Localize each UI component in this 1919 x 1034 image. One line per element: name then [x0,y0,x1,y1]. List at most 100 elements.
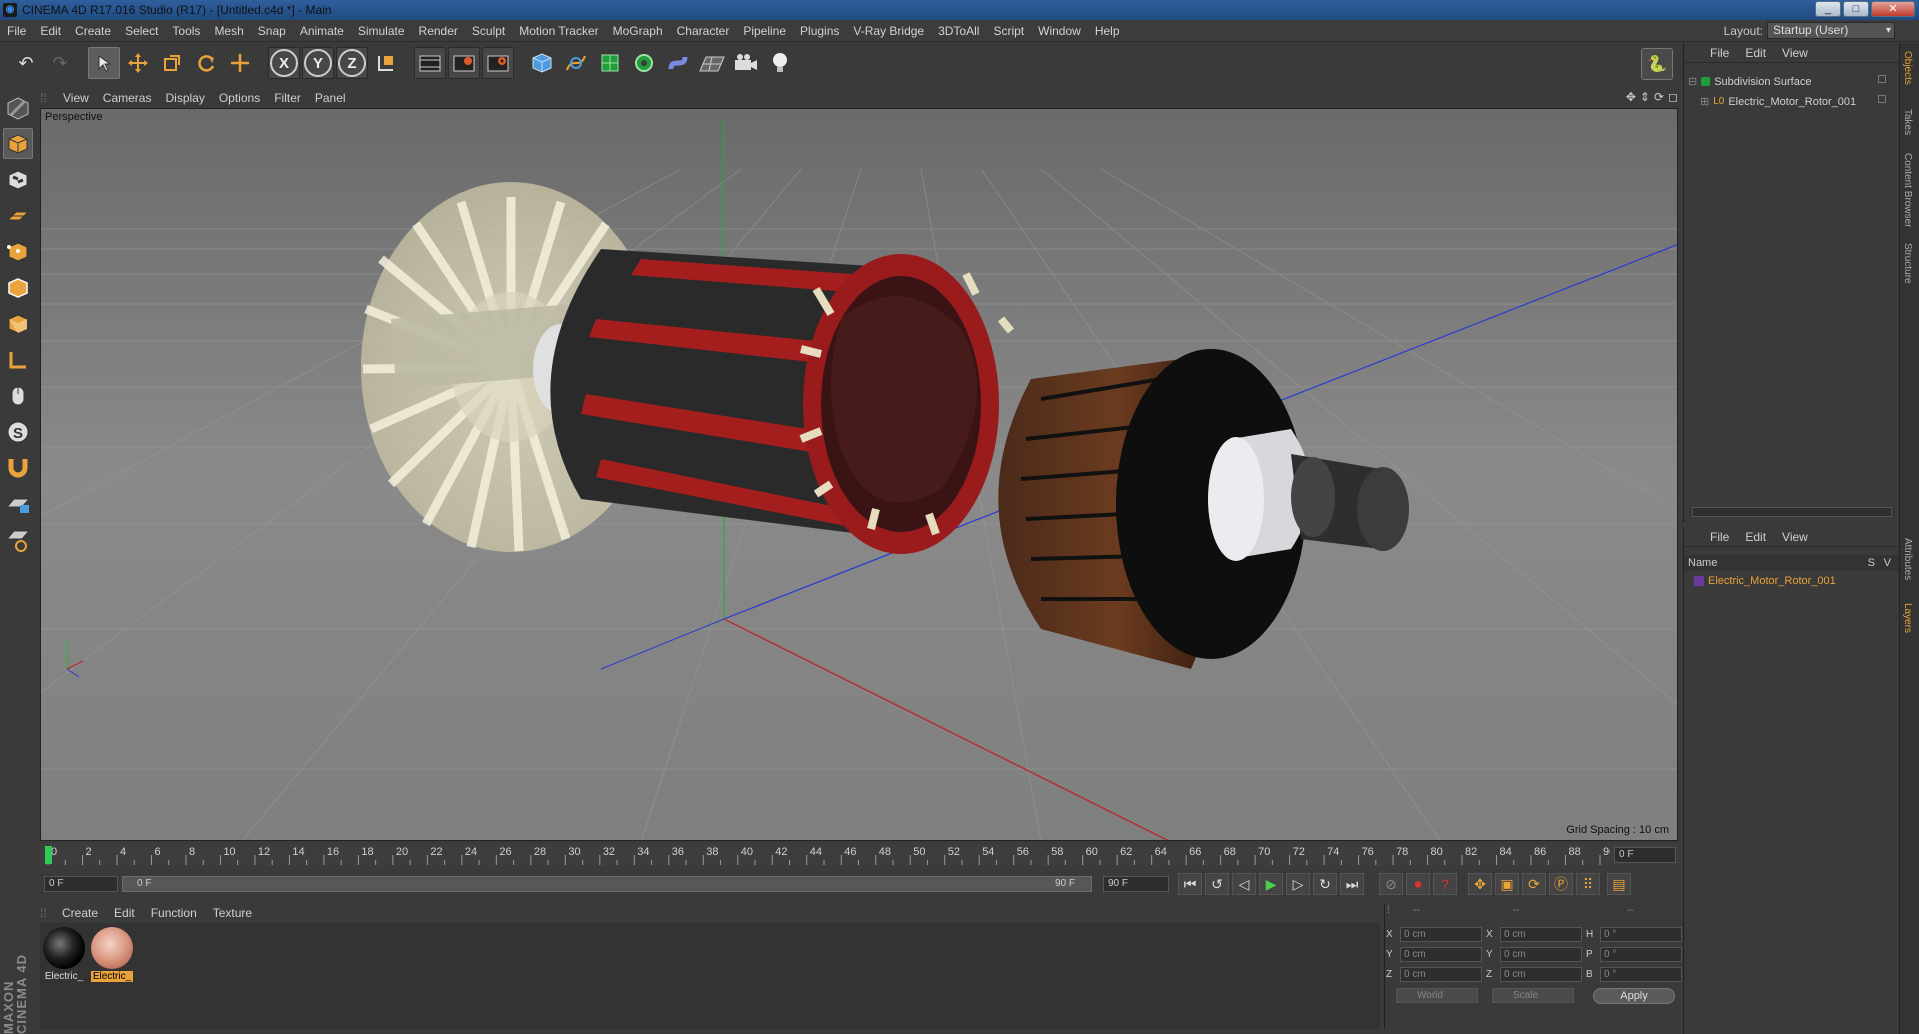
redo-button[interactable]: ↷ [44,47,76,79]
timeline-window-icon[interactable]: ▤ [1607,873,1631,895]
transform-icon[interactable] [224,47,256,79]
lock-workplane-icon[interactable] [3,488,33,519]
collapse-icon[interactable]: ⊟ [1688,75,1697,88]
maximize-button[interactable]: □ [1843,1,1869,17]
minimize-button[interactable]: _ [1815,1,1841,17]
menu-select[interactable]: Select [118,24,165,38]
key-scale-icon[interactable]: ▣ [1495,873,1519,895]
pen-spline-icon[interactable] [560,47,592,79]
menu-window[interactable]: Window [1031,24,1088,38]
timeline-ruler[interactable]: 0 2 4 6 8 10 12 14 16 18 20 22 24 26 28 30 32 34 36 38 40 42 4… [40,844,1678,866]
coordinate-system-icon[interactable] [370,47,402,79]
menu-motion-tracker[interactable]: Motion Tracker [512,24,605,38]
menu-help[interactable]: Help [1088,24,1127,38]
visibility-toggle[interactable] [1878,75,1886,83]
maximize-view-icon[interactable]: ◻ [1668,90,1678,104]
close-button[interactable]: ✕ [1871,1,1915,17]
horizontal-scrollbar[interactable] [1692,507,1892,517]
x-axis-lock[interactable]: X [268,47,300,79]
python-icon[interactable]: 🐍 [1641,48,1673,80]
deformer-icon[interactable] [662,47,694,79]
render-settings-icon[interactable] [482,47,514,79]
planar-workplane-icon[interactable] [3,524,33,555]
viewport-menu-panel[interactable]: Panel [308,91,353,105]
render-picture-viewer-icon[interactable] [448,47,480,79]
menu-3dtoall[interactable]: 3DToAll [931,24,986,38]
perspective-viewport[interactable]: Perspective Grid Spacing : 10 cm [40,108,1678,841]
menu-snap[interactable]: Snap [251,24,293,38]
y-axis-lock[interactable]: Y [302,47,334,79]
make-editable-icon[interactable] [3,92,33,123]
cube-icon[interactable] [526,47,558,79]
layer-menu-view[interactable]: View [1774,530,1816,544]
layout-dropdown[interactable]: Startup (User) [1767,22,1895,39]
size-y-field[interactable]: 0 cm [1500,947,1582,962]
orbit-icon[interactable]: ⟳ [1654,90,1664,104]
object-row-subdivision[interactable]: ⊟ Subdivision Surface [1688,75,1811,89]
move-icon[interactable] [122,47,154,79]
go-to-end-icon[interactable]: ⏭ [1340,873,1364,895]
live-selection-icon[interactable] [88,47,120,79]
layer-menu-edit[interactable]: Edit [1737,530,1774,544]
position-y-field[interactable]: 0 cm [1400,947,1482,962]
scale-dropdown[interactable]: Scale [1492,988,1574,1003]
next-frame-icon[interactable]: ▷ [1286,873,1310,895]
range-slider[interactable]: 0 F 90 F [122,876,1092,892]
apply-button[interactable]: Apply [1593,988,1675,1004]
menu-plugins[interactable]: Plugins [793,24,846,38]
z-axis-lock[interactable]: Z [336,47,368,79]
menu-simulate[interactable]: Simulate [351,24,412,38]
layer-menu-file[interactable]: File [1702,530,1737,544]
viewport-menu-display[interactable]: Display [158,91,211,105]
undo-button[interactable]: ↶ [10,47,42,79]
menu-mograph[interactable]: MoGraph [606,24,670,38]
edges-mode-icon[interactable] [3,272,33,303]
menu-edit[interactable]: Edit [33,24,68,38]
object-menu-file[interactable]: File [1702,46,1737,60]
key-position-icon[interactable]: ✥ [1468,873,1492,895]
object-menu-view[interactable]: View [1774,46,1816,60]
record-icon[interactable]: ⏺ [1406,873,1430,895]
size-x-field[interactable]: 0 cm [1500,927,1582,942]
material-item[interactable]: Electric_ [42,927,86,982]
snap-icon[interactable]: S [3,416,33,447]
viewport-menu-view[interactable]: View [56,91,96,105]
world-dropdown[interactable]: World [1396,988,1478,1003]
size-z-field[interactable]: 0 cm [1500,967,1582,982]
position-z-field[interactable]: 0 cm [1400,967,1482,982]
cloner-icon[interactable] [628,47,660,79]
points-mode-icon[interactable] [3,236,33,267]
texture-mode-icon[interactable] [3,164,33,195]
layer-row[interactable]: Electric_Motor_Rotor_001 [1694,575,1836,587]
camera-icon[interactable] [730,47,762,79]
object-menu-edit[interactable]: Edit [1737,46,1774,60]
previous-key-icon[interactable]: ↺ [1205,873,1229,895]
visibility-toggle[interactable] [1878,95,1886,103]
autokey-icon[interactable]: ? [1433,873,1457,895]
viewport-menu-filter[interactable]: Filter [267,91,308,105]
tab-layers[interactable]: Layers [1902,603,1913,633]
tab-content-browser[interactable]: Content Browser [1902,153,1913,227]
material-menu-function[interactable]: Function [143,906,205,920]
go-to-start-icon[interactable]: ⏮ [1178,873,1202,895]
object-row-rotor[interactable]: ⊞ L0 Electric_Motor_Rotor_001 [1700,95,1856,109]
previous-frame-icon[interactable]: ◁ [1232,873,1256,895]
workplane-mode-icon[interactable] [3,200,33,231]
menu-pipeline[interactable]: Pipeline [736,24,793,38]
menu-file[interactable]: File [0,24,33,38]
end-frame-field[interactable]: 90 F [1103,876,1169,892]
rotation-p-field[interactable]: 0 ° [1600,947,1682,962]
floor-icon[interactable] [696,47,728,79]
material-menu-create[interactable]: Create [54,906,106,920]
rotation-h-field[interactable]: 0 ° [1600,927,1682,942]
play-icon[interactable]: ▶ [1259,873,1283,895]
model-mode-icon[interactable] [3,128,33,159]
light-icon[interactable] [764,47,796,79]
pan-icon[interactable]: ✥ [1626,90,1636,104]
start-frame-field[interactable]: 0 F [44,876,118,892]
expand-icon[interactable]: ⊞ [1700,95,1709,108]
menu-v-ray-bridge[interactable]: V-Ray Bridge [846,24,931,38]
polygons-mode-icon[interactable] [3,308,33,339]
key-rotation-icon[interactable]: ⟳ [1522,873,1546,895]
viewport-menu-options[interactable]: Options [212,91,267,105]
